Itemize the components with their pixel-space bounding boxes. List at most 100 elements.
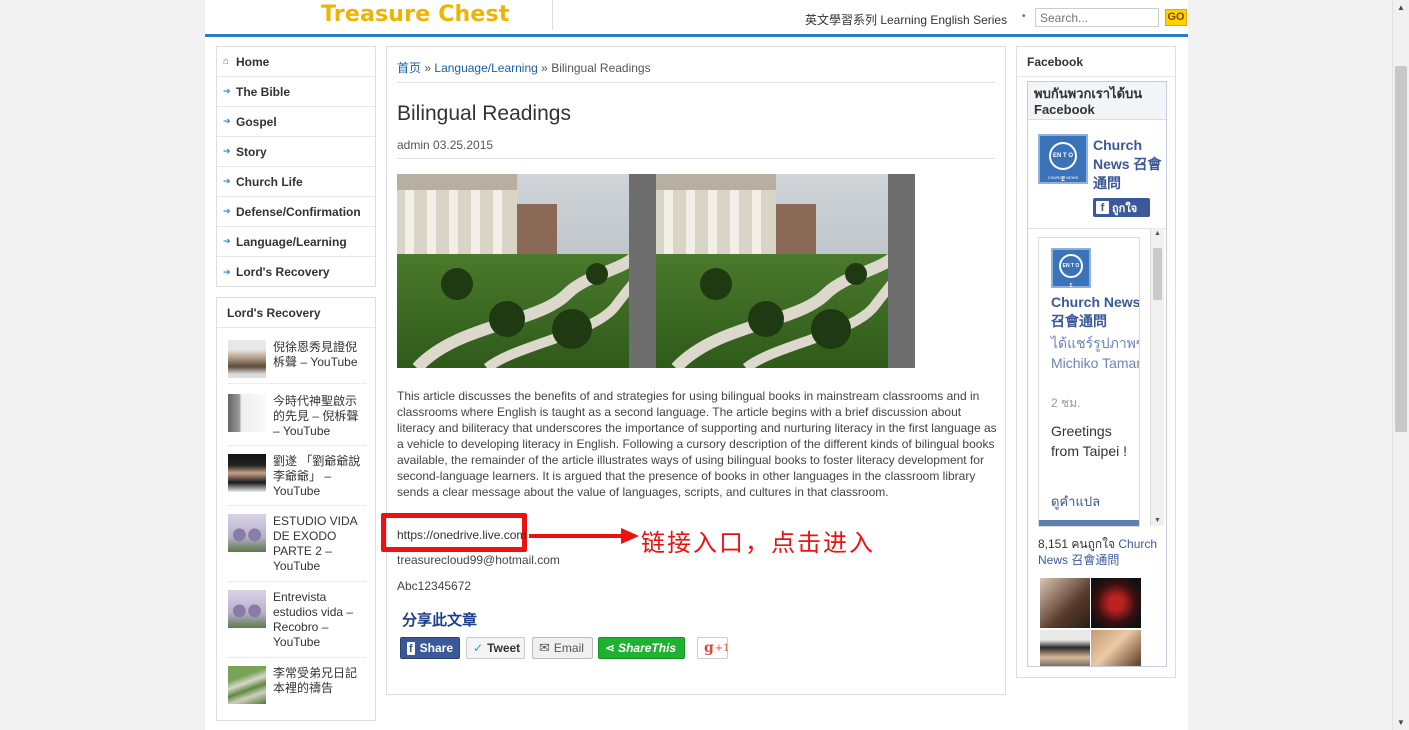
tweet-button[interactable]: ✓ Tweet <box>466 637 525 659</box>
breadcrumb-current: Bilingual Readings <box>551 61 651 75</box>
home-icon: ⌂ <box>223 56 230 67</box>
post-shared-text: ได้แชร์รูปภาพของ Michiko Tamamura <box>1051 335 1139 371</box>
fan-avatar[interactable] <box>1091 578 1141 628</box>
list-item[interactable]: 劉遂 「劉爺爺說李爺爺」 – YouTube <box>228 454 366 506</box>
page-avatar[interactable]: EN T O Σ CHURCH NEWS <box>1038 134 1088 184</box>
share-heading: 分享此文章 <box>402 612 478 629</box>
arrow-right-icon: ➔ <box>223 176 231 186</box>
facebook-share-button[interactable]: f Share <box>400 637 460 659</box>
site-logo-text: Treasure Chest <box>321 2 510 27</box>
nav-item-the-bible[interactable]: ➔ The Bible <box>217 77 375 107</box>
breadcrumb: 首页 » Language/Learning » Bilingual Readi… <box>397 59 651 76</box>
post-image-preview[interactable] <box>1039 520 1139 526</box>
divider <box>397 158 995 159</box>
breadcrumb-category-link[interactable]: Language/Learning <box>434 61 537 75</box>
facebook-like-button[interactable]: f ถูกใจ <box>1093 198 1150 217</box>
list-item-link[interactable]: 今時代神聖啟示的先見 – 倪柝聲 – YouTube <box>273 394 366 445</box>
church-news-logo-caption: CHURCH NEWS <box>1047 175 1079 180</box>
account-password: Abc12345672 <box>397 579 472 593</box>
garden-photo-left <box>397 174 656 368</box>
scroll-up-icon[interactable]: ▲ <box>1154 230 1161 237</box>
video-thumbnail[interactable] <box>228 340 266 378</box>
sharethis-label: ShareThis <box>618 641 677 655</box>
google-plus-button[interactable]: g +1 <box>697 637 730 659</box>
learning-english-series-link[interactable]: 英文學習系列 Learning English Series <box>805 11 1007 28</box>
page-scrollbar[interactable]: ▲ ▼ <box>1392 0 1409 730</box>
nav-item-home[interactable]: ⌂ Home <box>217 47 375 77</box>
category-nav: ⌂ Home ➔ The Bible ➔ Gospel ➔ Story ➔ Ch… <box>216 46 376 287</box>
list-item[interactable]: 李常受弟兄日記本裡的禱告 <box>228 666 366 710</box>
post-author-avatar[interactable]: EN T O Σ <box>1051 248 1091 289</box>
list-item-link[interactable]: ESTUDIO VIDA DE EXODO PARTE 2 – YouTube <box>273 514 366 581</box>
list-item-link[interactable]: Entrevista estudios vida – Recobro – You… <box>273 590 366 657</box>
arrow-right-icon: ➔ <box>223 266 231 277</box>
search-input[interactable] <box>1035 8 1159 27</box>
post-text: Greetings from Taipei ! <box>1051 423 1127 459</box>
scroll-down-icon[interactable]: ▼ <box>1397 718 1405 727</box>
facebook-icon: f <box>407 641 415 655</box>
nav-item-church-life[interactable]: ➔ Church Life <box>217 167 375 197</box>
list-item-link[interactable]: 劉遂 「劉爺爺說李爺爺」 – YouTube <box>273 454 366 505</box>
post-timestamp[interactable]: 2 ชม. <box>1051 394 1080 413</box>
list-item[interactable]: Entrevista estudios vida – Recobro – You… <box>228 590 366 658</box>
fan-avatar[interactable] <box>1091 630 1141 666</box>
nav-item-defense-confirmation[interactable]: ➔ Defense/Confirmation <box>217 197 375 227</box>
site-logo[interactable]: Treasure Chest <box>205 0 553 30</box>
google-plus-icon: g <box>704 640 714 656</box>
search-go-button[interactable]: GO <box>1165 9 1187 26</box>
nav-item-label: Home <box>236 54 270 69</box>
video-thumbnail[interactable] <box>228 666 266 704</box>
video-thumbnail[interactable] <box>228 514 266 552</box>
scroll-down-icon[interactable]: ▼ <box>1154 517 1161 524</box>
divider <box>397 82 995 83</box>
video-thumbnail[interactable] <box>228 394 266 432</box>
facebook-page-plugin: พบกันพวกเราได้บน Facebook EN T O Σ CHURC… <box>1027 81 1167 667</box>
breadcrumb-home-link[interactable]: 首页 <box>397 61 421 75</box>
arrow-right-icon <box>529 528 639 544</box>
facebook-plugin-header: พบกันพวกเราได้บน Facebook <box>1028 82 1166 120</box>
nav-item-label: The Bible <box>236 84 291 99</box>
list-item-link[interactable]: 倪徐恩秀見證倪柝聲 – YouTube <box>273 340 366 383</box>
google-plus-count: +1 <box>714 642 730 654</box>
video-thumbnail[interactable] <box>228 454 266 492</box>
list-item[interactable]: 倪徐恩秀見證倪柝聲 – YouTube <box>228 340 366 384</box>
list-item[interactable]: 今時代神聖啟示的先見 – 倪柝聲 – YouTube <box>228 394 366 446</box>
scroll-thumb[interactable] <box>1395 66 1407 432</box>
garden-photo-right <box>656 174 915 368</box>
page-name-link[interactable]: Church News 召會通問 <box>1093 136 1165 193</box>
breadcrumb-separator: » <box>541 61 548 75</box>
header-separator: • <box>1022 11 1026 22</box>
breadcrumb-separator: » <box>424 61 432 75</box>
fans-count: 8,151 คนถูกใจ Church News 召會通問 <box>1038 536 1166 568</box>
church-news-logo-ring: EN T O Σ <box>1059 254 1083 289</box>
nav-item-label: Language/Learning <box>236 234 347 249</box>
article-panel: 首页 » Language/Learning » Bilingual Readi… <box>381 46 1006 695</box>
arrow-right-icon: ➔ <box>223 86 231 96</box>
facebook-icon: f <box>1096 201 1109 214</box>
scroll-up-icon[interactable]: ▲ <box>1397 3 1405 12</box>
plugin-scrollbar[interactable]: ▲ ▼ <box>1150 228 1164 526</box>
nav-item-gospel[interactable]: ➔ Gospel <box>217 107 375 137</box>
arrow-right-icon: ➔ <box>223 236 231 246</box>
scroll-thumb[interactable] <box>1153 248 1162 300</box>
nav-item-lords-recovery[interactable]: ➔ Lord's Recovery <box>217 257 375 287</box>
nav-item-language-learning[interactable]: ➔ Language/Learning <box>217 227 375 257</box>
video-thumbnail[interactable] <box>228 590 266 628</box>
fan-avatar[interactable] <box>1040 630 1090 666</box>
onedrive-link[interactable]: https://onedrive.live.com <box>397 528 526 542</box>
nav-item-label: Story <box>236 144 267 159</box>
page-title: Bilingual Readings <box>397 102 571 125</box>
list-item-link[interactable]: 李常受弟兄日記本裡的禱告 <box>273 666 366 710</box>
see-translation-link[interactable]: ดูคำแปล <box>1051 491 1100 512</box>
list-item[interactable]: ESTUDIO VIDA DE EXODO PARTE 2 – YouTube <box>228 514 366 582</box>
sharethis-button[interactable]: ⋖ ShareThis <box>598 637 685 659</box>
email-share-button[interactable]: ✉ Email <box>532 637 593 659</box>
share-nodes-icon: ⋖ <box>605 641 616 655</box>
fan-avatar[interactable] <box>1040 578 1090 628</box>
post-author-link[interactable]: Church News 召會通問 <box>1051 293 1139 331</box>
fans-count-text: 8,151 คนถูกใจ <box>1038 537 1116 551</box>
church-news-logo: EN T O Σ CHURCH NEWS <box>1038 134 1088 184</box>
nav-item-label: Defense/Confirmation <box>236 204 361 219</box>
top-bar: Treasure Chest 英文學習系列 Learning English S… <box>205 0 1188 34</box>
nav-item-story[interactable]: ➔ Story <box>217 137 375 167</box>
